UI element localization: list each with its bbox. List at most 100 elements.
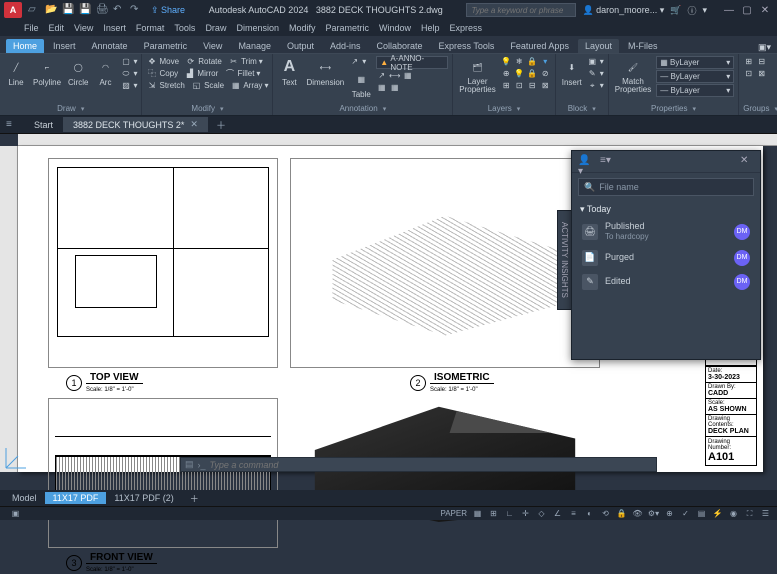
activity-list-icon[interactable]: ≡▾ <box>600 155 614 169</box>
anno-style-combo[interactable]: ▲ A-ANNO-NOTE <box>376 56 448 69</box>
layer-row1[interactable]: 💡❄🔒▾ <box>501 56 551 67</box>
panel-block-label[interactable]: Block <box>560 103 604 113</box>
quickprops-icon[interactable]: ▤ <box>696 508 707 519</box>
workspace-icon[interactable]: ⚙▾ <box>648 508 659 519</box>
ungroup-button[interactable]: ⊡⊠ <box>743 68 767 79</box>
help-icon[interactable]: ▾ <box>702 5 707 16</box>
otrack-icon[interactable]: ∠ <box>552 508 563 519</box>
tab-collaborate[interactable]: Collaborate <box>370 39 430 53</box>
circle-button[interactable]: ◯Circle <box>66 56 90 88</box>
viewport-iso[interactable] <box>290 158 600 368</box>
text-button[interactable]: AText <box>277 56 301 88</box>
undo-icon[interactable]: ↶ <box>113 4 125 16</box>
fillet-button[interactable]: Fillet <box>238 69 255 78</box>
line-button[interactable]: ╱Line <box>4 56 28 88</box>
trim-icon[interactable]: ✂ <box>228 56 239 67</box>
layer-properties-button[interactable]: 🗂Layer Properties <box>457 56 497 95</box>
annomonitor-icon[interactable]: ⊕ <box>664 508 675 519</box>
grid-icon[interactable]: ▦ <box>472 508 483 519</box>
activity-insights-tab[interactable]: ACTIVITY INSIGHTS <box>557 210 571 310</box>
panel-annotation-label[interactable]: Annotation <box>277 103 448 113</box>
rotate-icon[interactable]: ⟳ <box>185 56 196 67</box>
layout-tab-1[interactable]: 11X17 PDF <box>45 492 107 504</box>
menu-insert[interactable]: Insert <box>103 23 126 33</box>
layout-tab-model[interactable]: Model <box>4 492 45 504</box>
anno-row2[interactable]: ↗⟷▦ <box>376 70 448 81</box>
table-button[interactable]: ▦Table <box>349 68 373 100</box>
tab-parametric[interactable]: Parametric <box>137 39 195 53</box>
menu-tools[interactable]: Tools <box>174 23 195 33</box>
arc-button[interactable]: ◠Arc <box>93 56 117 88</box>
tab-manage[interactable]: Manage <box>231 39 278 53</box>
tab-layout[interactable]: Layout <box>578 39 619 53</box>
polyline-button[interactable]: ⌐Polyline <box>31 56 63 88</box>
rotate-button[interactable]: Rotate <box>198 57 222 66</box>
block-row3[interactable]: ⌖▾ <box>587 80 604 91</box>
tab-featured[interactable]: Featured Apps <box>503 39 576 53</box>
info-icon[interactable]: ⓘ <box>687 4 696 17</box>
panel-draw-label[interactable]: Draw <box>4 103 137 113</box>
insert-block-button[interactable]: ⬇Insert <box>560 56 584 88</box>
activity-item-edited[interactable]: ✎ Edited DM <box>572 270 760 294</box>
tab-view[interactable]: View <box>196 39 229 53</box>
stretch-icon[interactable]: ⇲ <box>146 80 157 91</box>
activity-user-icon[interactable]: 👤▾ <box>578 155 592 169</box>
draw-misc1[interactable]: ▢▾ <box>120 56 137 67</box>
menu-parametric[interactable]: Parametric <box>326 23 370 33</box>
model-paper-toggle[interactable]: ▣ <box>10 508 21 519</box>
block-row1[interactable]: ▣▾ <box>587 56 604 67</box>
lineweight-combo[interactable]: — ByLayer▾ <box>656 70 734 83</box>
tab-output[interactable]: Output <box>280 39 321 53</box>
layout-tab-plus[interactable]: ＋ <box>182 491 207 506</box>
isolate-icon[interactable]: ◉ <box>728 508 739 519</box>
fillet-icon[interactable]: ⌒ <box>225 68 236 79</box>
new-icon[interactable]: ▱ <box>28 4 40 16</box>
snap-icon[interactable]: ⊞ <box>488 508 499 519</box>
copy-button[interactable]: Copy <box>159 69 178 78</box>
minimize-button[interactable]: — <box>721 3 737 17</box>
doctab-new[interactable]: ＋ <box>208 115 234 134</box>
menu-dimension[interactable]: Dimension <box>236 23 279 33</box>
ortho-icon[interactable]: ∟ <box>504 508 515 519</box>
activity-item-purged[interactable]: 📄 Purged DM <box>572 246 760 270</box>
array-button[interactable]: Array <box>243 81 262 90</box>
viewport-top[interactable] <box>48 158 278 368</box>
cmd-history-icon[interactable]: ▤ <box>185 459 194 470</box>
cycling-icon[interactable]: ⟲ <box>600 508 611 519</box>
doctab-start[interactable]: Start <box>24 118 63 132</box>
panel-modify-label[interactable]: Modify <box>146 103 268 113</box>
mirror-button[interactable]: Mirror <box>197 69 218 78</box>
panel-groups-label[interactable]: Groups <box>743 103 777 113</box>
copy-icon[interactable]: ⿻ <box>146 68 157 79</box>
annoscale-icon[interactable]: 🔒 <box>616 508 627 519</box>
menu-view[interactable]: View <box>74 23 93 33</box>
doctab-close-icon[interactable]: ✕ <box>190 119 198 130</box>
ribbon-collapse-icon[interactable]: ▣▾ <box>758 42 771 53</box>
tab-annotate[interactable]: Annotate <box>85 39 135 53</box>
menu-file[interactable]: File <box>24 23 39 33</box>
anno-row3[interactable]: ▦▦ <box>376 82 448 93</box>
customize-icon[interactable]: ☰ <box>760 508 771 519</box>
tab-express[interactable]: Express Tools <box>432 39 502 53</box>
doctab-active[interactable]: 3882 DECK THOUGHTS 2*✕ <box>63 117 208 132</box>
leader-button[interactable]: ↗▾ <box>349 56 373 67</box>
app-menu-button[interactable]: A <box>4 2 22 18</box>
move-icon[interactable]: ✥ <box>146 56 157 67</box>
mirror-icon[interactable]: ▟ <box>184 68 195 79</box>
menu-draw[interactable]: Draw <box>205 23 226 33</box>
linetype-combo[interactable]: — ByLayer▾ <box>656 84 734 97</box>
draw-misc3[interactable]: ▨▾ <box>120 80 137 91</box>
osnap-icon[interactable]: ◇ <box>536 508 547 519</box>
stretch-button[interactable]: Stretch <box>159 81 184 90</box>
menu-format[interactable]: Format <box>136 23 165 33</box>
layer-row3[interactable]: ⊞⊡⊟⊠ <box>501 80 551 91</box>
redo-icon[interactable]: ↷ <box>130 4 142 16</box>
move-button[interactable]: Move <box>159 57 179 66</box>
hardware-icon[interactable]: ⚡ <box>712 508 723 519</box>
trim-button[interactable]: Trim <box>241 57 257 66</box>
menu-help[interactable]: Help <box>421 23 440 33</box>
polar-icon[interactable]: ✛ <box>520 508 531 519</box>
autodesk-app-icon[interactable]: 🛒 <box>670 5 681 16</box>
menu-express[interactable]: Express <box>450 23 483 33</box>
plot-icon[interactable]: 🖨 <box>96 4 108 16</box>
